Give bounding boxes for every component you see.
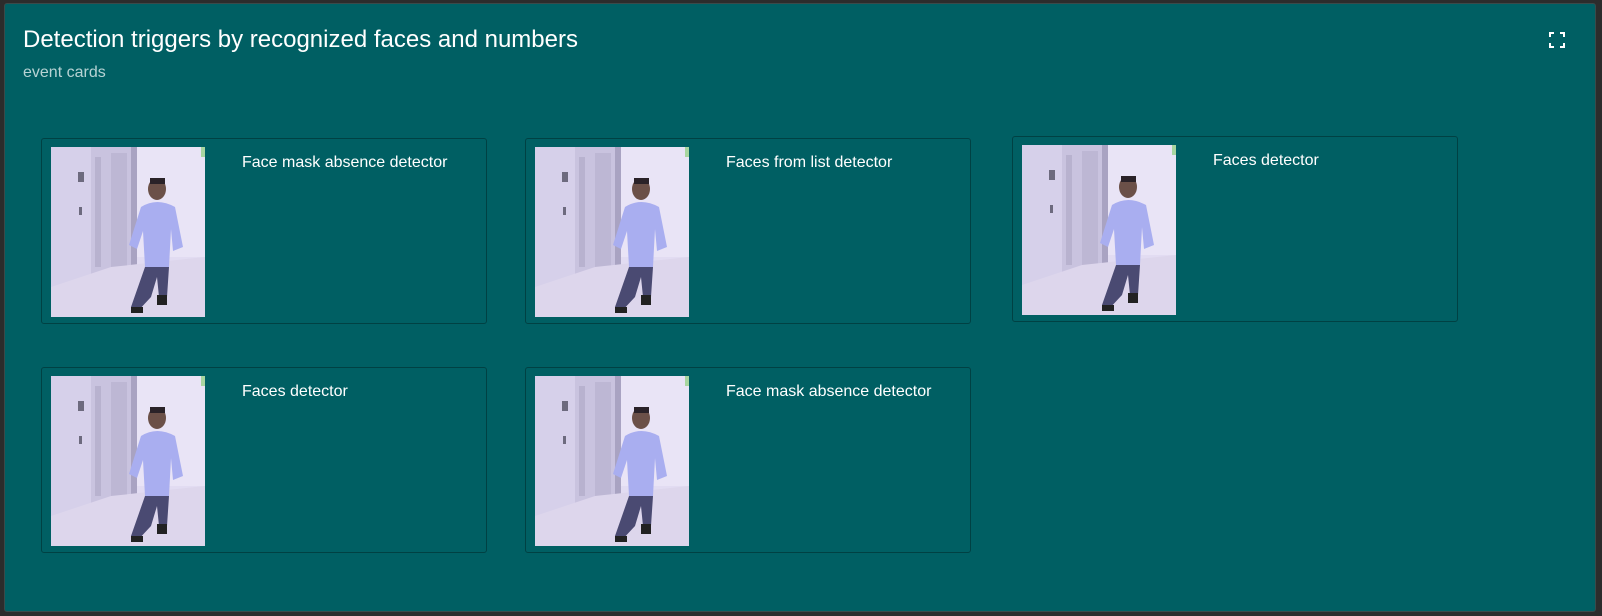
event-card-label: Faces from list detector <box>726 154 893 171</box>
event-snapshot-image[interactable] <box>51 376 205 546</box>
event-snapshot-image[interactable] <box>1022 145 1176 315</box>
event-card[interactable]: Face mask absence detector <box>525 367 971 553</box>
event-snapshot-image[interactable] <box>51 147 205 317</box>
event-card[interactable]: Faces detector <box>1012 136 1458 322</box>
event-card[interactable]: Face mask absence detector <box>41 138 487 324</box>
event-snapshot-image[interactable] <box>535 147 689 317</box>
event-card-label: Faces detector <box>1213 152 1319 169</box>
event-cards-panel: Detection triggers by recognized faces a… <box>4 3 1596 612</box>
event-card[interactable]: Faces from list detector <box>525 138 971 324</box>
event-card[interactable]: Faces detector <box>41 367 487 553</box>
fullscreen-icon[interactable] <box>1549 32 1565 48</box>
event-card-label: Face mask absence detector <box>242 154 448 171</box>
event-card-label: Faces detector <box>242 383 348 400</box>
event-card-label: Face mask absence detector <box>726 383 932 400</box>
event-snapshot-image[interactable] <box>535 376 689 546</box>
panel-subtitle: event cards <box>23 64 106 81</box>
panel-title: Detection triggers by recognized faces a… <box>23 26 578 53</box>
